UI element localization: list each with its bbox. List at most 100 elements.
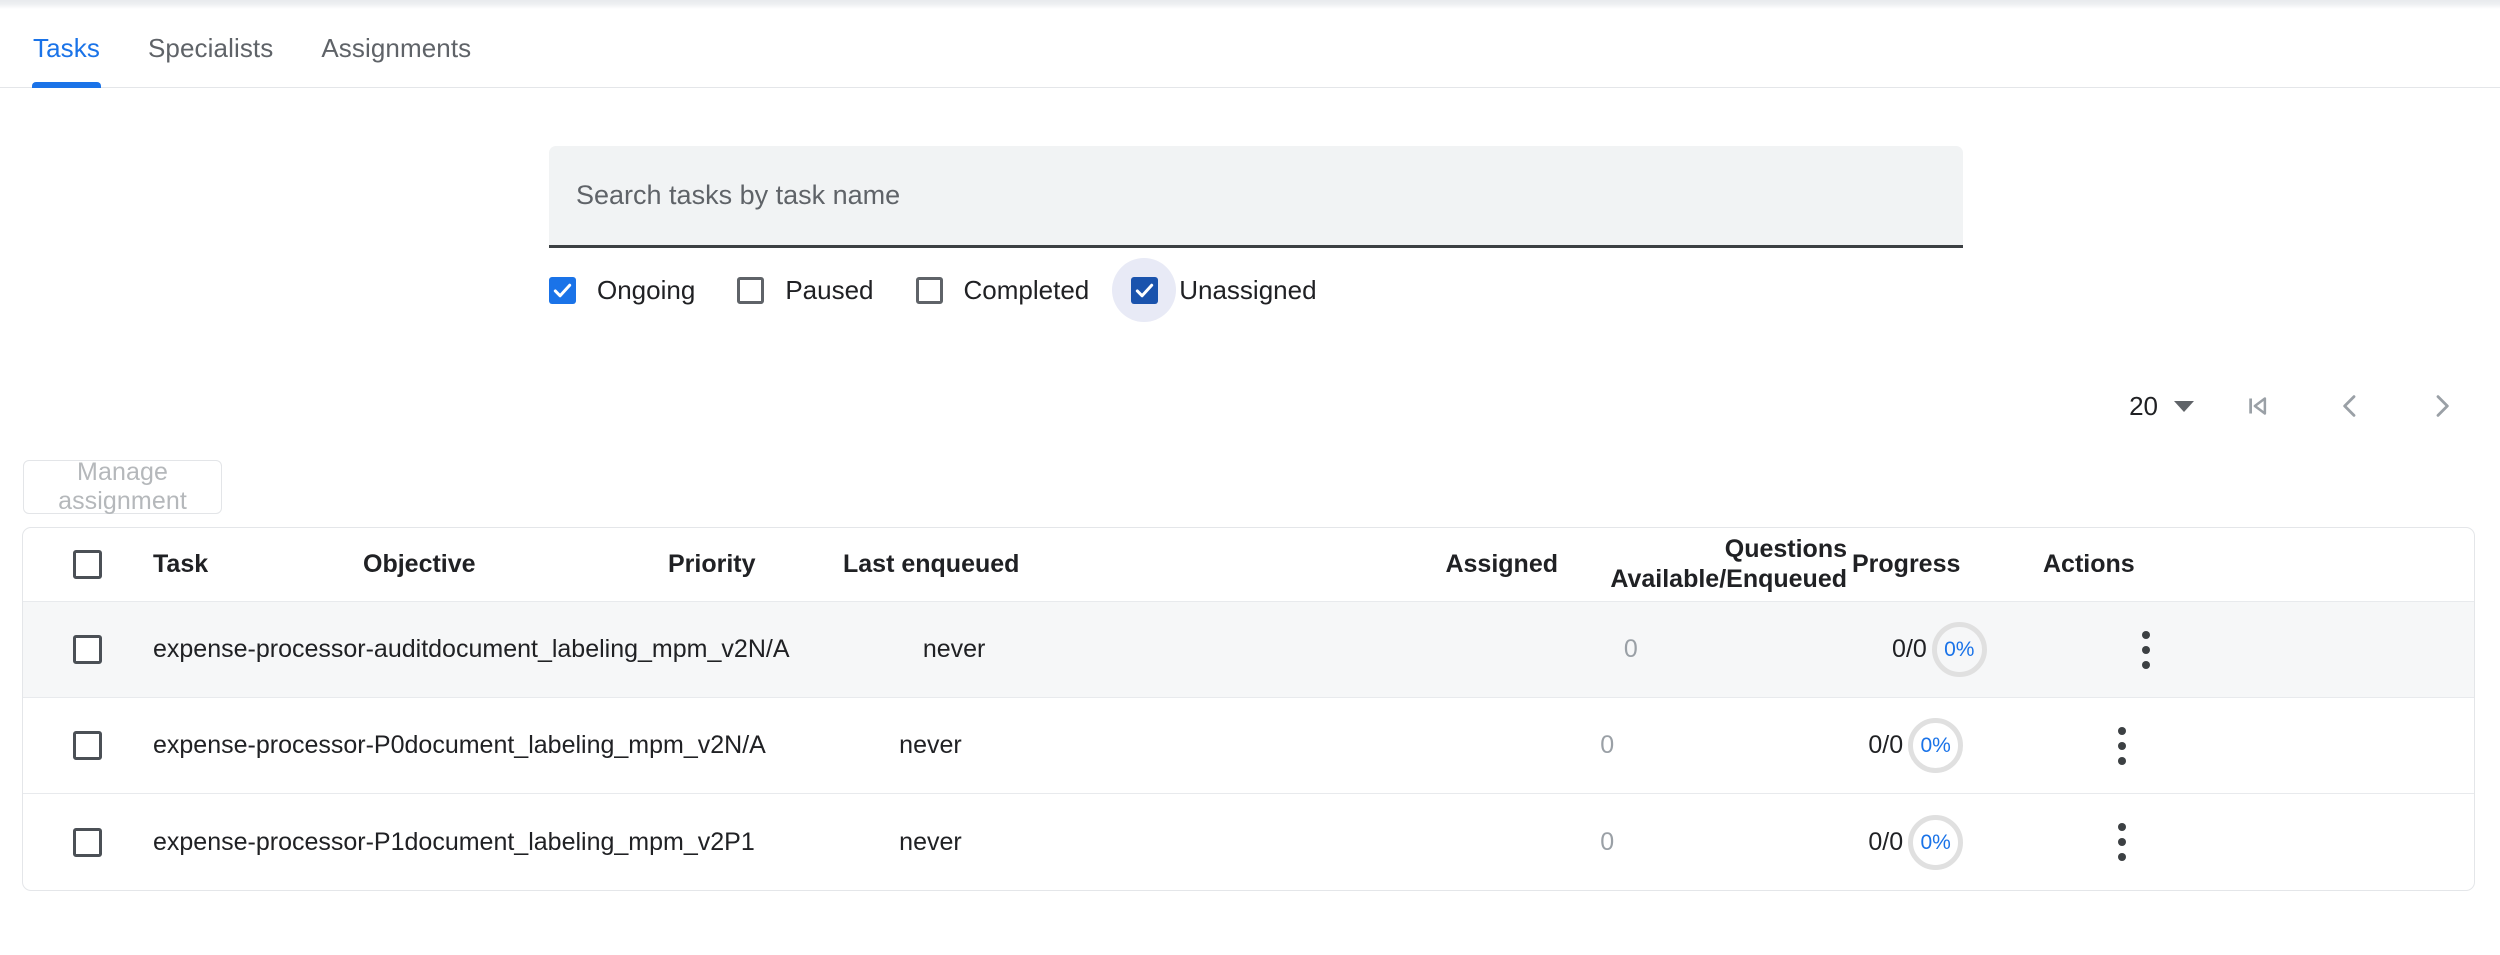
cell-objective: document_labeling_mpm_v2 xyxy=(405,731,725,760)
pagination-controls: 20 xyxy=(2129,380,2484,432)
cell-task: expense-processor-audit xyxy=(102,635,428,664)
cell-task: expense-processor-P0 xyxy=(102,731,405,760)
column-header-questions-line1: Questions xyxy=(1558,535,1847,565)
column-header-task[interactable]: Task xyxy=(102,550,363,580)
cell-progress: 0% xyxy=(1903,718,2061,773)
cell-progress: 0% xyxy=(1927,622,2085,677)
column-header-priority[interactable]: Priority xyxy=(668,550,843,580)
tab-bar: Tasks Specialists Assignments xyxy=(0,9,2500,88)
table-row[interactable]: expense-processor-P1document_labeling_mp… xyxy=(23,794,2474,890)
cell-assigned: 0 xyxy=(1239,828,1614,857)
cell-actions xyxy=(2061,718,2474,774)
filter-label: Paused xyxy=(785,275,873,306)
select-all-checkbox[interactable] xyxy=(73,550,102,579)
checkbox-paused[interactable] xyxy=(737,277,764,304)
cell-objective-text: document_labeling_mpm_v2 xyxy=(428,635,748,663)
progress-value: 0% xyxy=(1944,639,1974,660)
column-header-questions-line2: Available/Enqueued xyxy=(1558,565,1847,595)
column-header-assigned[interactable]: Assigned xyxy=(1183,550,1558,580)
progress-value: 0% xyxy=(1920,832,1950,853)
tab-assignments[interactable]: Assignments xyxy=(321,9,471,88)
cell-priority-text: N/A xyxy=(748,635,790,663)
filter-unassigned[interactable]: Unassigned xyxy=(1131,275,1344,306)
filter-label: Ongoing xyxy=(597,275,695,306)
row-overflow-menu-icon[interactable] xyxy=(2123,622,2169,678)
table-row[interactable]: expense-processor-auditdocument_labeling… xyxy=(23,602,2474,698)
tab-label: Specialists xyxy=(148,33,273,64)
row-select-checkbox[interactable] xyxy=(73,731,102,760)
next-page-button[interactable] xyxy=(2416,380,2468,432)
chevron-right-icon xyxy=(2426,390,2458,422)
cell-priority: N/A xyxy=(748,635,923,664)
cell-actions xyxy=(2061,814,2474,870)
column-header-last-enqueued[interactable]: Last enqueued xyxy=(843,550,1183,580)
cell-task-text: expense-processor-P0 xyxy=(153,731,405,759)
tab-specialists[interactable]: Specialists xyxy=(148,9,273,88)
row-select-checkbox[interactable] xyxy=(73,635,102,664)
cell-last-enqueued: never xyxy=(899,731,1239,760)
cell-objective-text: document_labeling_mpm_v2 xyxy=(405,828,725,856)
first-page-button[interactable] xyxy=(2232,380,2284,432)
row-overflow-menu-icon[interactable] xyxy=(2099,814,2145,870)
chevron-down-icon xyxy=(2174,401,2194,412)
previous-page-button[interactable] xyxy=(2324,380,2376,432)
page-size-selector[interactable]: 20 xyxy=(2129,391,2194,422)
manage-assignment-button[interactable]: Manage assignment xyxy=(23,460,222,514)
checkbox-ongoing[interactable] xyxy=(549,277,576,304)
cell-priority: P1 xyxy=(724,828,899,857)
cell-questions-text: 0/0 xyxy=(1868,828,1903,856)
row-overflow-menu-icon[interactable] xyxy=(2099,718,2145,774)
filter-ongoing[interactable]: Ongoing xyxy=(549,275,723,306)
column-header-questions[interactable]: Questions Available/Enqueued xyxy=(1558,535,1847,594)
progress-ring[interactable]: 0% xyxy=(1932,622,1987,677)
cell-questions-text: 0/0 xyxy=(1892,635,1927,663)
row-select-cell xyxy=(23,635,102,664)
column-header-actions: Actions xyxy=(2005,550,2474,580)
column-header-objective[interactable]: Objective xyxy=(363,550,668,580)
filter-checkbox-group: Ongoing Paused Completed Unassigned xyxy=(549,258,1359,322)
progress-ring[interactable]: 0% xyxy=(1908,718,1963,773)
cell-actions xyxy=(2085,622,2474,678)
cell-last-enqueued-text: never xyxy=(899,828,962,856)
cell-questions-text: 0/0 xyxy=(1868,731,1903,759)
select-all-cell xyxy=(23,550,102,579)
row-select-cell xyxy=(23,828,102,857)
checkbox-unassigned[interactable] xyxy=(1131,277,1158,304)
checkmark-icon xyxy=(1133,279,1156,302)
cell-progress: 0% xyxy=(1903,815,2061,870)
filter-completed[interactable]: Completed xyxy=(916,275,1118,306)
table-row[interactable]: expense-processor-P0document_labeling_mp… xyxy=(23,698,2474,794)
cell-task: expense-processor-P1 xyxy=(102,828,405,857)
table-header-row: Task Objective Priority Last enqueued As… xyxy=(23,528,2474,602)
checkmark-icon xyxy=(551,279,574,302)
top-shadow-strip xyxy=(0,0,2500,9)
page-size-value: 20 xyxy=(2129,391,2158,422)
chevron-left-icon xyxy=(2334,390,2366,422)
cell-task-text: expense-processor-P1 xyxy=(153,828,405,856)
filter-paused[interactable]: Paused xyxy=(737,275,901,306)
cell-last-enqueued: never xyxy=(899,828,1239,857)
cell-assigned-text: 0 xyxy=(1600,828,1614,856)
cell-priority-text: P1 xyxy=(724,828,755,856)
cell-questions: 0/0 xyxy=(1614,828,1903,857)
checkbox-completed[interactable] xyxy=(916,277,943,304)
cell-questions: 0/0 xyxy=(1638,635,1927,664)
tab-label: Assignments xyxy=(321,33,471,64)
cell-last-enqueued: never xyxy=(923,635,1263,664)
cell-objective: document_labeling_mpm_v2 xyxy=(428,635,748,664)
filter-label: Completed xyxy=(964,275,1090,306)
filter-label: Unassigned xyxy=(1179,275,1316,306)
tab-tasks[interactable]: Tasks xyxy=(33,9,100,88)
search-container xyxy=(549,146,1963,248)
progress-ring[interactable]: 0% xyxy=(1908,815,1963,870)
cell-objective: document_labeling_mpm_v2 xyxy=(405,828,725,857)
search-input[interactable] xyxy=(549,146,1963,248)
row-select-checkbox[interactable] xyxy=(73,828,102,857)
tab-list: Tasks Specialists Assignments xyxy=(33,9,519,88)
tab-label: Tasks xyxy=(33,33,100,64)
cell-priority: N/A xyxy=(724,731,899,760)
progress-value: 0% xyxy=(1920,735,1950,756)
column-header-progress[interactable]: Progress xyxy=(1847,550,2005,580)
cell-assigned-text: 0 xyxy=(1624,635,1638,663)
cell-assigned: 0 xyxy=(1239,731,1614,760)
